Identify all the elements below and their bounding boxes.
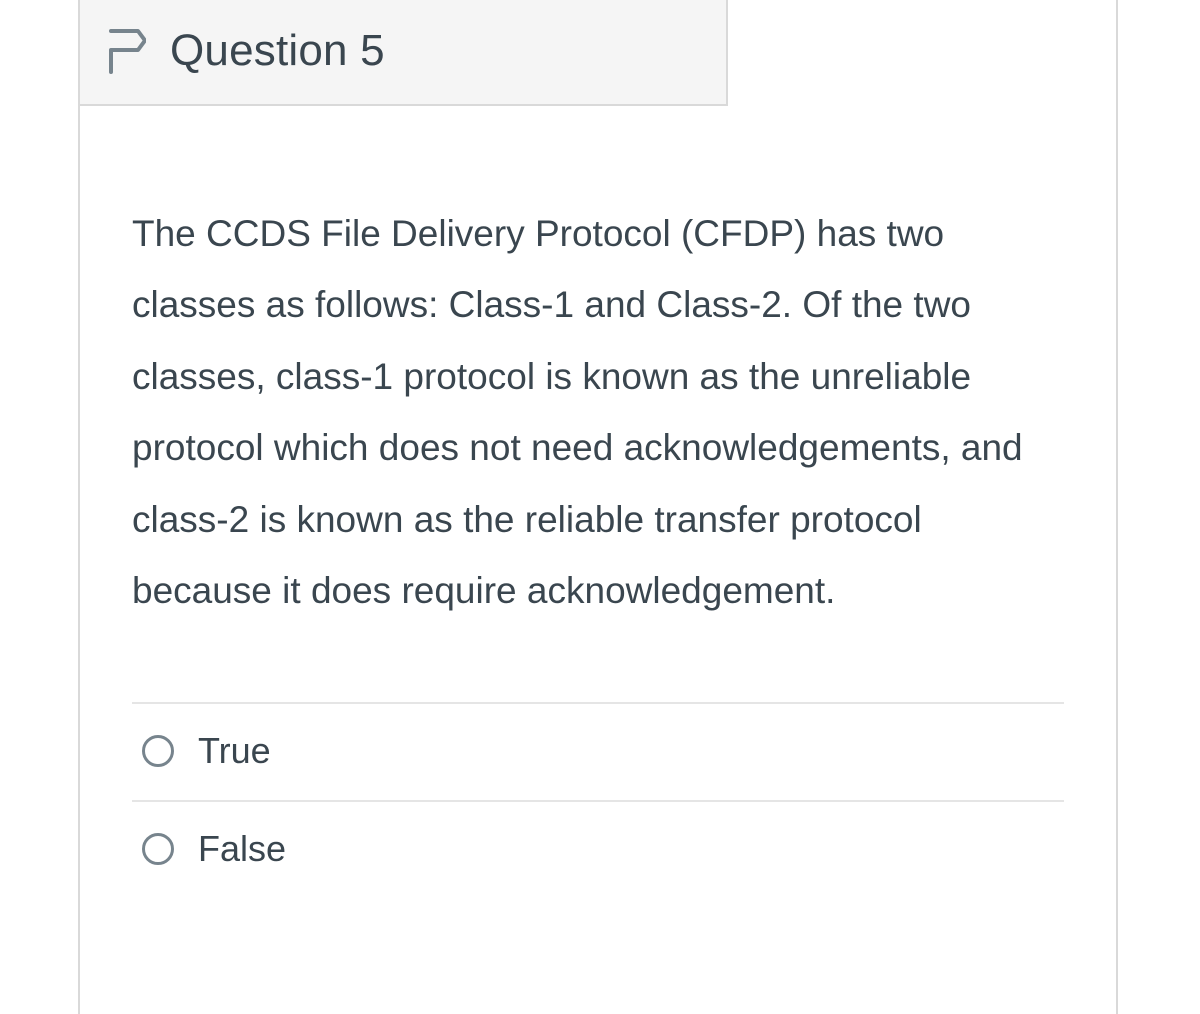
radio-icon [142,735,174,767]
answer-option-false[interactable]: False [132,802,1064,898]
bookmark-icon[interactable] [108,28,146,74]
radio-icon [142,833,174,865]
question-text: The CCDS File Delivery Protocol (CFDP) h… [132,198,1064,626]
answer-label: False [198,828,286,870]
answer-list: True False [132,702,1064,898]
question-header: Question 5 [80,0,728,106]
answer-label: True [198,730,271,772]
question-title: Question 5 [170,26,385,76]
answer-option-true[interactable]: True [132,704,1064,802]
question-body: The CCDS File Delivery Protocol (CFDP) h… [80,106,1116,918]
question-card: Question 5 The CCDS File Delivery Protoc… [78,0,1118,1014]
